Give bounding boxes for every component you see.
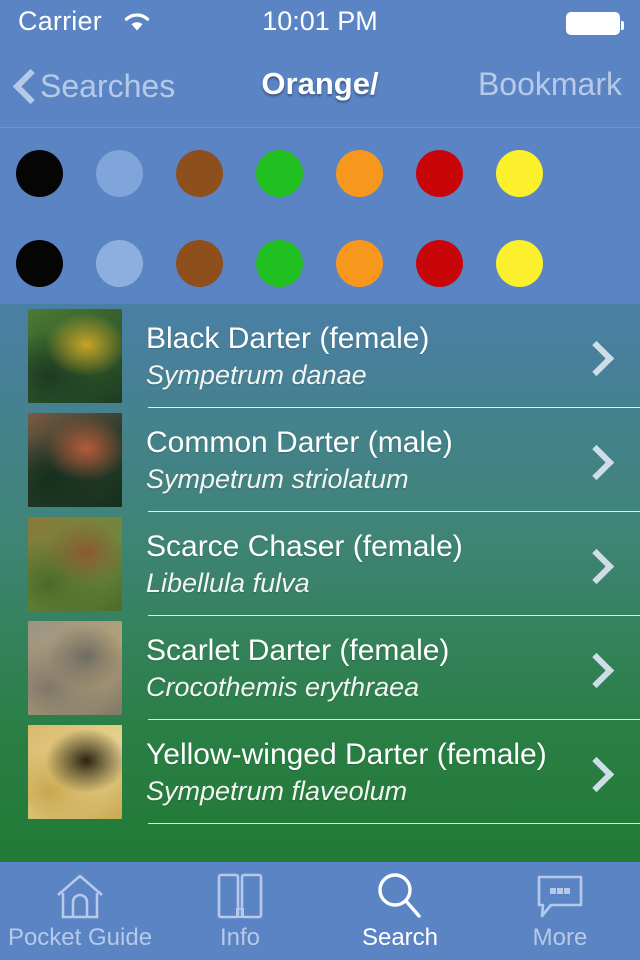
tab-label: More — [532, 924, 588, 951]
swatch-brown[interactable] — [176, 150, 223, 197]
swatch-yellow[interactable] — [496, 150, 543, 197]
color-filter-panel — [0, 128, 640, 304]
status-bar: Carrier 10:01 PM — [0, 0, 640, 44]
color-swatch-row-secondary — [16, 240, 624, 287]
species-scientific-name: Sympetrum flaveolum — [146, 775, 408, 806]
species-scientific-name: Crocothemis erythraea — [146, 671, 420, 702]
table-row[interactable]: Common Darter (male) Sympetrum striolatum — [0, 408, 640, 512]
species-common-name: Black Darter (female) — [146, 322, 430, 356]
swatch-black[interactable] — [16, 240, 63, 287]
table-row[interactable]: Scarce Chaser (female) Libellula fulva — [0, 512, 640, 616]
row-text-block: Yellow-winged Darter (female) Sympetrum f… — [146, 737, 576, 807]
swatch-brown[interactable] — [176, 240, 223, 287]
tab-more[interactable]: More — [480, 862, 640, 960]
chevron-right-icon — [576, 651, 624, 685]
swatch-red[interactable] — [416, 240, 463, 287]
species-thumbnail — [28, 621, 122, 715]
row-text-block: Scarce Chaser (female) Libellula fulva — [146, 529, 576, 599]
search-icon — [370, 870, 430, 922]
navigation-bar: Searches Orange/ Bookmark — [0, 44, 640, 128]
tab-bar: Pocket Guide Info Search More — [0, 862, 640, 960]
chevron-right-icon — [576, 339, 624, 373]
tab-info[interactable]: Info — [160, 862, 320, 960]
swatch-yellow[interactable] — [496, 240, 543, 287]
species-common-name: Common Darter (male) — [146, 426, 453, 460]
species-scientific-name: Libellula fulva — [146, 567, 310, 598]
table-row[interactable]: Black Darter (female) Sympetrum danae — [0, 304, 640, 408]
tab-label: Info — [219, 924, 261, 951]
swatch-light-blue[interactable] — [96, 240, 143, 287]
table-row[interactable]: Scarlet Darter (female) Crocothemis eryth… — [0, 616, 640, 720]
species-scientific-name: Sympetrum striolatum — [146, 463, 409, 494]
species-thumbnail — [28, 309, 122, 403]
row-text-block: Scarlet Darter (female) Crocothemis eryth… — [146, 633, 576, 703]
swatch-green[interactable] — [256, 240, 303, 287]
tab-label: Search — [361, 924, 439, 951]
book-icon — [210, 870, 270, 922]
tab-pocket-guide[interactable]: Pocket Guide — [0, 862, 160, 960]
species-common-name: Scarce Chaser (female) — [146, 530, 463, 564]
swatch-green[interactable] — [256, 150, 303, 197]
chevron-right-icon — [576, 547, 624, 581]
tab-label: Pocket Guide — [7, 924, 153, 951]
swatch-light-blue[interactable] — [96, 150, 143, 197]
home-icon — [50, 870, 110, 922]
status-time-label: 10:01 PM — [262, 6, 378, 36]
row-text-block: Common Darter (male) Sympetrum striolatum — [146, 425, 576, 495]
battery-full-icon — [566, 12, 624, 35]
chevron-right-icon — [576, 443, 624, 477]
speech-bubble-icon — [530, 870, 590, 922]
table-row[interactable]: Yellow-winged Darter (female) Sympetrum f… — [0, 720, 640, 824]
row-text-block: Black Darter (female) Sympetrum danae — [146, 321, 576, 391]
species-common-name: Yellow-winged Darter (female) — [146, 738, 547, 772]
swatch-orange[interactable] — [336, 240, 383, 287]
species-thumbnail — [28, 517, 122, 611]
color-swatch-row-primary — [16, 150, 624, 197]
app-screen: Carrier 10:01 PM Searches Orange/ Bookma… — [0, 0, 640, 960]
swatch-orange[interactable] — [336, 150, 383, 197]
row-separator — [148, 823, 640, 824]
search-results-list[interactable]: Black Darter (female) Sympetrum danae Comm… — [0, 304, 640, 862]
species-thumbnail — [28, 413, 122, 507]
swatch-black[interactable] — [16, 150, 63, 197]
species-thumbnail — [28, 725, 122, 819]
bookmark-button[interactable]: Bookmark — [478, 66, 622, 103]
chevron-right-icon — [576, 755, 624, 789]
tab-search[interactable]: Search — [320, 862, 480, 960]
species-common-name: Scarlet Darter (female) — [146, 634, 450, 668]
swatch-red[interactable] — [416, 150, 463, 197]
species-scientific-name: Sympetrum danae — [146, 359, 367, 390]
